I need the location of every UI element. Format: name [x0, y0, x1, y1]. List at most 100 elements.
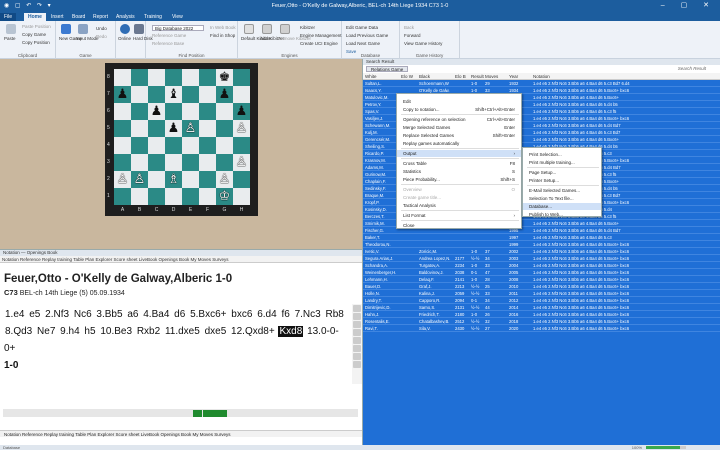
board-square[interactable]: [199, 86, 216, 103]
move[interactable]: 4.Ba4: [142, 309, 170, 320]
tab-analysis[interactable]: Analysis: [112, 13, 139, 21]
board-square[interactable]: ♟: [233, 103, 250, 120]
board-square[interactable]: [131, 103, 148, 120]
move[interactable]: 11.dxe5: [164, 326, 201, 337]
forward-button[interactable]: Forward: [404, 33, 421, 38]
reference-base-button[interactable]: Reference Base: [152, 41, 184, 46]
notation-tabs[interactable]: Notation Reference Replay training Table…: [0, 256, 362, 263]
submenu-item[interactable]: Printer Setup...: [523, 177, 601, 184]
move[interactable]: d6: [173, 309, 186, 320]
board-square[interactable]: [165, 69, 182, 86]
column-header[interactable]: Elo B: [455, 74, 466, 79]
board-square[interactable]: [114, 154, 131, 171]
menu-item[interactable]: Replace Selected Games Shift+Enter: [397, 132, 521, 139]
tab-home[interactable]: Home: [24, 13, 46, 21]
board-square[interactable]: ♟: [148, 103, 165, 120]
table-row[interactable]: Sultan,L. Schoenmann,W 1-0 29 1932 1.e4 e5 2.…: [363, 80, 720, 87]
move[interactable]: 8.Qd3: [4, 326, 33, 337]
toolbar-icon[interactable]: [353, 353, 361, 360]
board-square[interactable]: [216, 137, 233, 154]
board-square[interactable]: ♟: [216, 86, 233, 103]
menu-item[interactable]: List Format ›: [397, 212, 521, 219]
board-square[interactable]: ♗: [165, 171, 182, 188]
table-row[interactable]: Hahn,J. Friedrich,T. 2180 1-0 26 2016 1.e4 e5 …: [363, 311, 720, 318]
menu-item[interactable]: Piece Probability... Shift+S: [397, 176, 521, 183]
board-square[interactable]: [199, 171, 216, 188]
board-square[interactable]: [199, 188, 216, 205]
move[interactable]: 10.Be3: [99, 326, 133, 337]
table-row[interactable]: Rosentalis,E. Chatalbashev,B. 2512 ½-½ 32 201…: [363, 318, 720, 325]
board-square[interactable]: [182, 86, 199, 103]
create-uci-engine-button[interactable]: Create UCI Engine: [300, 41, 338, 46]
table-row[interactable]: Ivetic,V. Zoricic,M. 1-0 37 2002 1.e4 e5 2.Nf…: [363, 248, 720, 255]
paste-button[interactable]: Paste: [4, 36, 16, 41]
edit-game-data-button[interactable]: Edit Game Data: [346, 25, 378, 30]
board-square[interactable]: [114, 69, 131, 86]
black-player[interactable]: O'Kelly de Galway,Alberic: [72, 273, 213, 285]
move[interactable]: h5: [83, 326, 96, 337]
board-square[interactable]: [165, 188, 182, 205]
hard-disk-icon[interactable]: [134, 24, 144, 34]
board-square[interactable]: [165, 103, 182, 120]
menu-item[interactable]: Merge Selected Games Enter: [397, 124, 521, 131]
remove-kibitzer-icon[interactable]: [280, 24, 290, 34]
copy-game-button[interactable]: Copy Game: [22, 32, 46, 37]
move[interactable]: 5.Bxc6+: [189, 309, 227, 320]
menu-item[interactable]: Copy to notation... Shift+Ctrl+Alt+Enter: [397, 106, 521, 113]
toolbar-icon[interactable]: [353, 337, 361, 344]
toolbar-icon[interactable]: [353, 313, 361, 320]
table-row[interactable]: Baker,T. 1997 1.e4 e5 2.Nf3 Nc6 3.Bb5 a6 4…: [363, 234, 720, 241]
board-square[interactable]: [148, 120, 165, 137]
board-square[interactable]: [199, 137, 216, 154]
chess-board[interactable]: ♚ ♟ ♝ ♟ ♟ ♟ ♟ ♙ ♙ ♙ ♙ ♙ ♗ ♙ ♔: [114, 69, 250, 205]
board-square[interactable]: [233, 188, 250, 205]
board-square[interactable]: [199, 154, 216, 171]
table-row[interactable]: Ravi,T. Sila,V. 2430 ½-½ 27 2020 1.e4 e5 2.Nf3…: [363, 325, 720, 332]
database-select[interactable]: Big Database 2022: [152, 25, 204, 31]
move[interactable]: 6.d4: [256, 309, 277, 320]
toolbar-icon[interactable]: [353, 321, 361, 328]
board-square[interactable]: [148, 137, 165, 154]
board-square[interactable]: [233, 86, 250, 103]
board-square[interactable]: [114, 103, 131, 120]
menu-item[interactable]: Tactical Analysis: [397, 202, 521, 209]
engine-management-button[interactable]: Engine Management: [300, 33, 342, 38]
move[interactable]: 2.Nf3: [44, 309, 70, 320]
tab-report[interactable]: Report: [89, 13, 112, 21]
toolbar-icon[interactable]: [353, 345, 361, 352]
tab-board[interactable]: Board: [68, 13, 89, 21]
board-square[interactable]: ♚: [216, 69, 233, 86]
board-square[interactable]: [233, 137, 250, 154]
tab-training[interactable]: Training: [140, 13, 166, 21]
board-square[interactable]: [199, 120, 216, 137]
board-square[interactable]: [182, 137, 199, 154]
move[interactable]: 9.h4: [59, 326, 80, 337]
load-next-game-button[interactable]: Load Next Game: [346, 41, 380, 46]
online-button[interactable]: Online: [118, 36, 131, 41]
board-square[interactable]: ♝: [165, 86, 182, 103]
move[interactable]: Ne7: [36, 326, 56, 337]
paste-position-button[interactable]: Paste Position: [22, 24, 51, 29]
board-square[interactable]: [165, 154, 182, 171]
paste-icon[interactable]: [6, 24, 16, 34]
move[interactable]: 3.Bb5: [95, 309, 123, 320]
board-square[interactable]: [233, 69, 250, 86]
relations-game-button[interactable]: Relations Game: [366, 66, 409, 72]
globe-icon[interactable]: [120, 24, 130, 34]
board-square[interactable]: [233, 171, 250, 188]
move[interactable]: e5: [28, 309, 41, 320]
board-square[interactable]: [165, 137, 182, 154]
menu-item[interactable]: Statistics S: [397, 168, 521, 175]
move[interactable]: Rb8: [324, 309, 344, 320]
column-header[interactable]: Moves: [485, 74, 498, 79]
zoom-slider[interactable]: [646, 446, 686, 449]
board-square[interactable]: [216, 120, 233, 137]
board-square[interactable]: [131, 137, 148, 154]
board-square[interactable]: [182, 154, 199, 171]
board-square[interactable]: ♙: [216, 171, 233, 188]
white-player[interactable]: Feuer,Otto: [4, 273, 62, 285]
table-row[interactable]: Schandra,A. Turgatov,A. 2234 1-0 33 2004 1.e4 …: [363, 262, 720, 269]
board-square[interactable]: [216, 154, 233, 171]
board-square[interactable]: [131, 188, 148, 205]
kibitzer-button[interactable]: Kibitzer: [300, 25, 315, 30]
